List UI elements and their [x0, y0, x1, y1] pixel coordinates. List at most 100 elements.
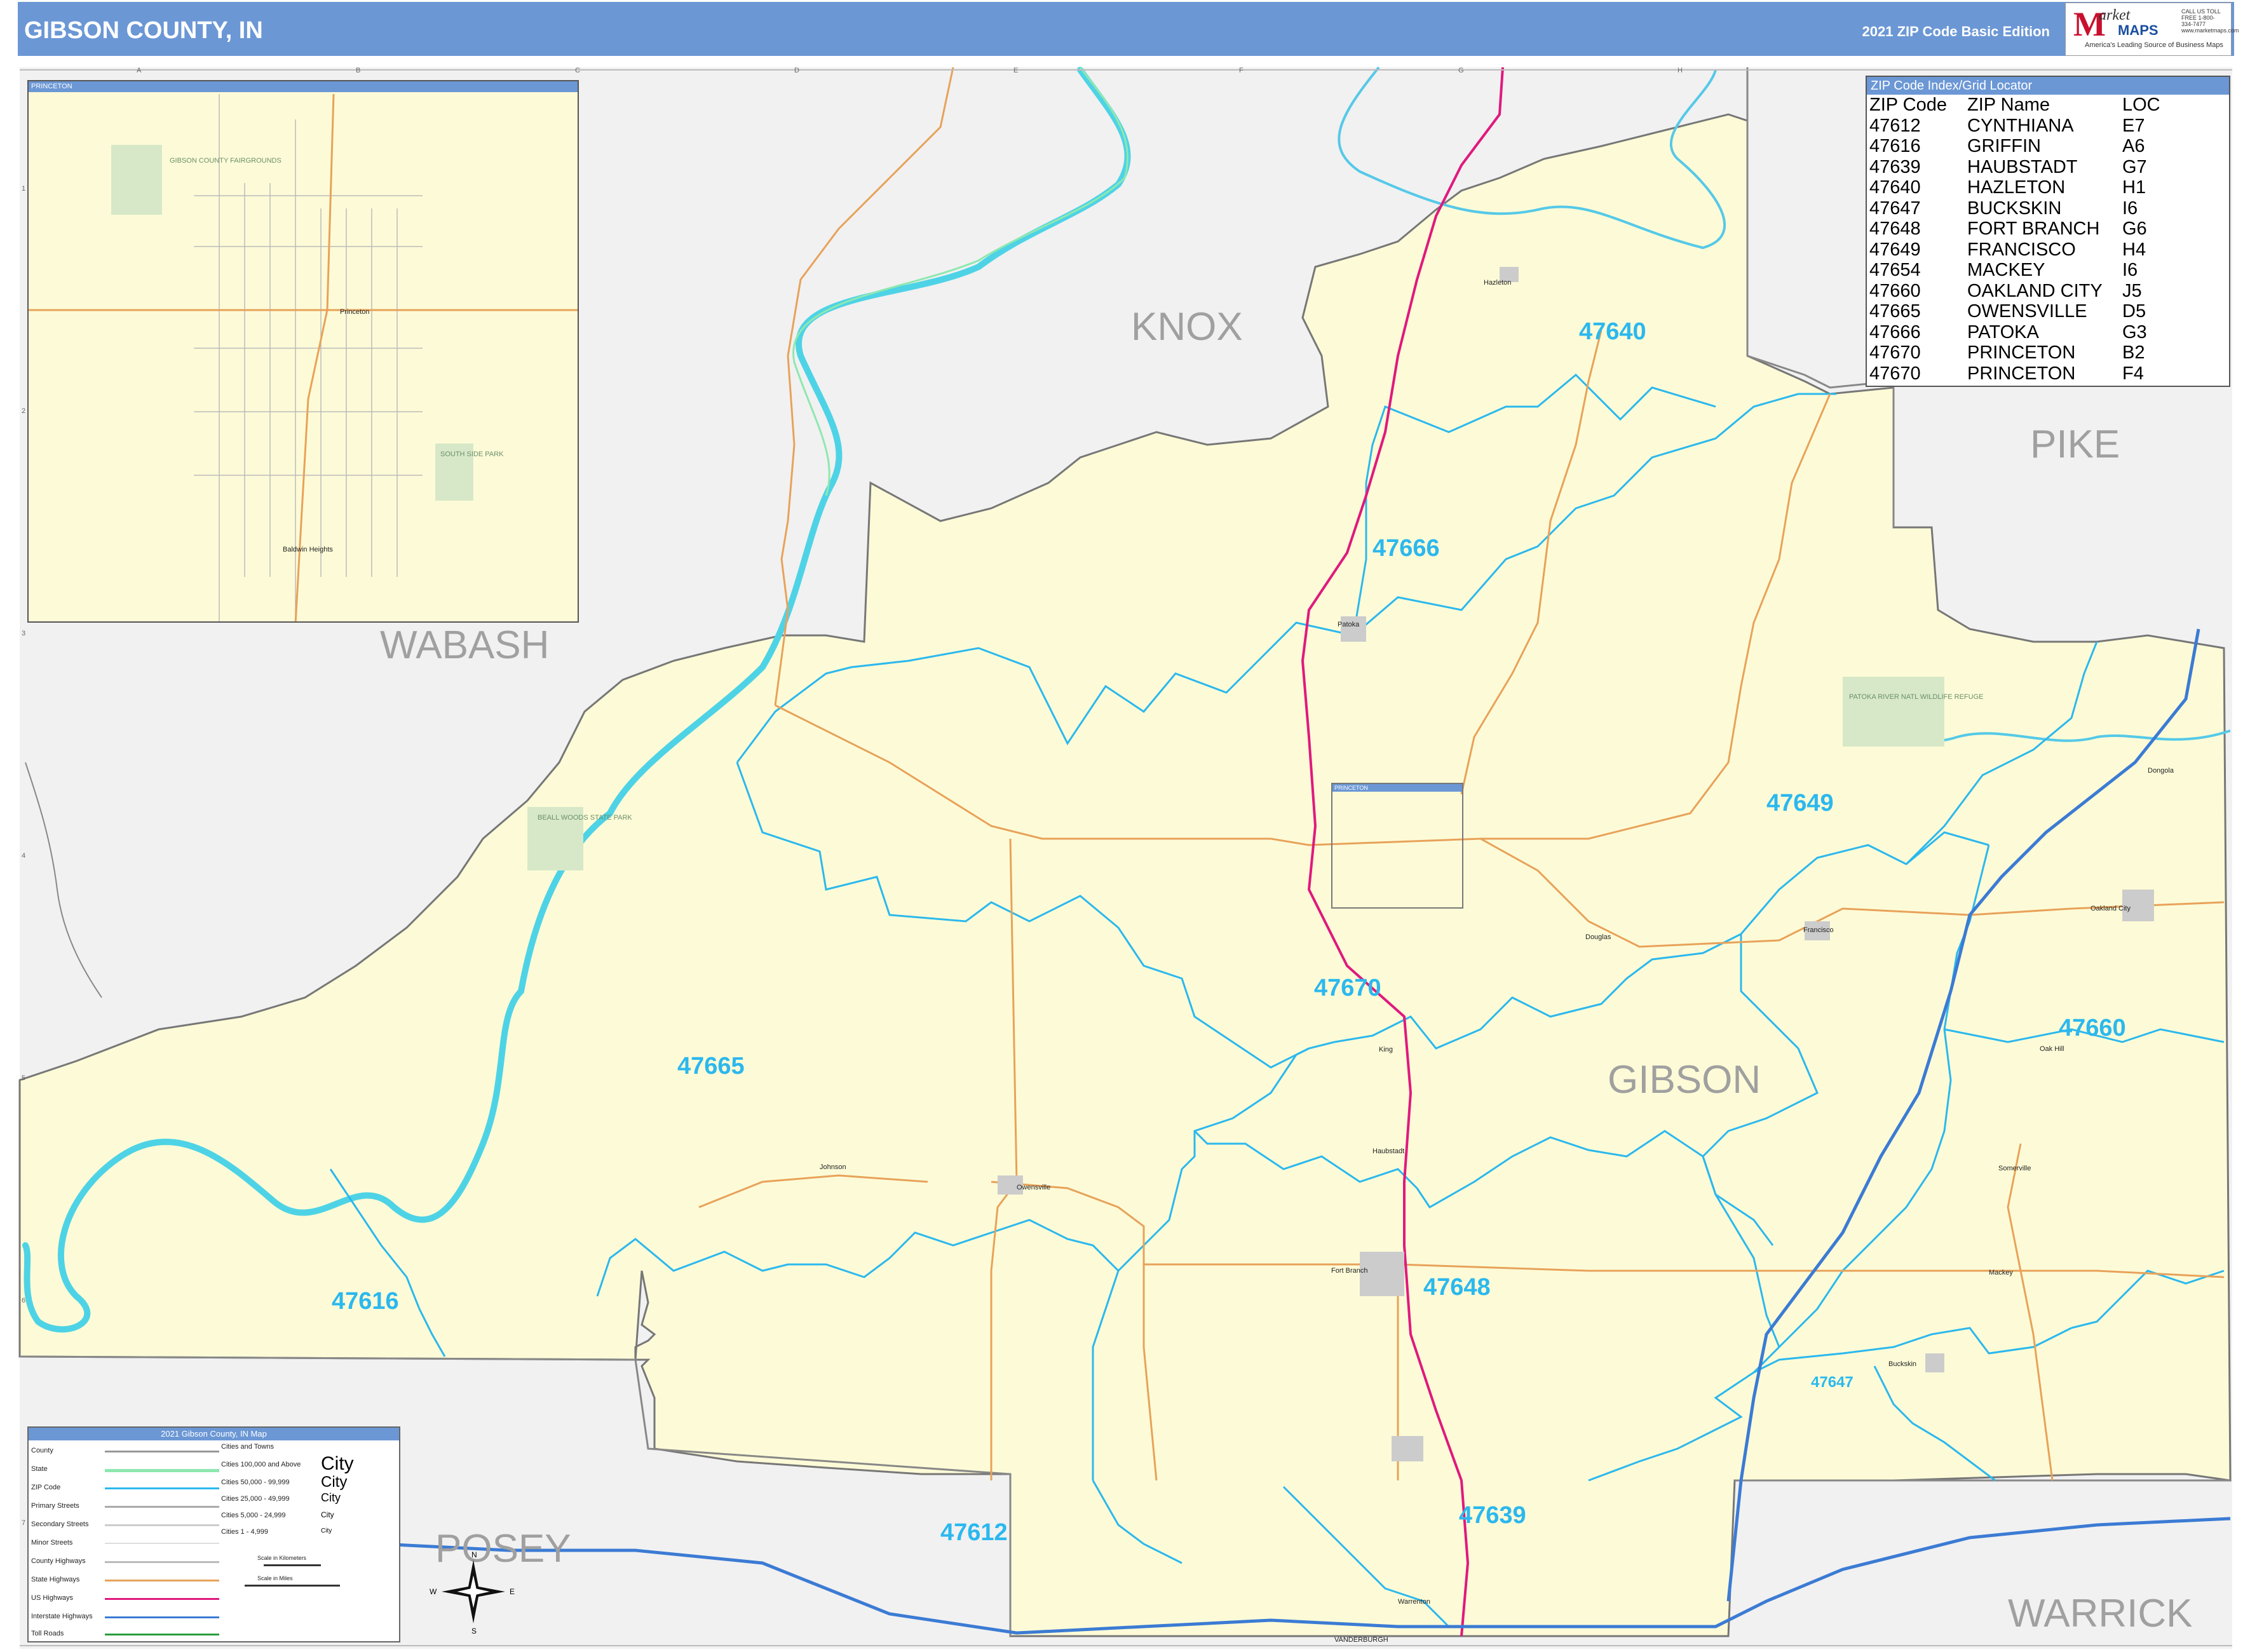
zip-label-47648: 47648 — [1423, 1274, 1491, 1301]
table-row: 47670 PRINCETON B2 — [1869, 342, 2160, 363]
legend-city-sample: City — [321, 1491, 341, 1504]
legend-item-state-hwy: State Highways — [31, 1576, 80, 1583]
grid-col-c: C — [575, 67, 580, 74]
legend-city-sample: City — [321, 1473, 348, 1491]
zip-index-col-zip: ZIP Code — [1869, 95, 1947, 115]
grid-col-f: F — [1239, 67, 1244, 74]
legend-swatch-us-hwy — [105, 1598, 219, 1600]
zip-index-title: ZIP Code Index/Grid Locator — [1867, 77, 2229, 95]
legend-swatch-state-hwy — [105, 1580, 219, 1581]
zip-index-loc: I6 — [2122, 198, 2138, 219]
zip-label-47647: 47647 — [1811, 1374, 1854, 1391]
legend-item-toll: Toll Roads — [31, 1630, 64, 1637]
county-label-vanderburgh: VANDERBURGH — [1334, 1636, 1388, 1644]
zip-index-zip: 47640 — [1869, 177, 1921, 198]
compass-n: N — [471, 1550, 477, 1559]
legend-swatch-county-hwy — [105, 1561, 219, 1563]
legend-swatch-secondary — [105, 1524, 219, 1526]
grid-row-7: 7 — [22, 1519, 25, 1527]
zip-index-loc: A6 — [2122, 136, 2145, 156]
legend-item-interstate: Interstate Highways — [31, 1613, 93, 1620]
legend-item-primary: Primary Streets — [31, 1502, 79, 1510]
zip-index-loc: E7 — [2122, 115, 2145, 136]
princeton-inset-locator[interactable]: PRINCETON — [1331, 783, 1463, 909]
zip-label-47666: 47666 — [1372, 535, 1440, 562]
zip-index-name: CYNTHIANA — [1967, 115, 2074, 136]
zip-label-47665: 47665 — [677, 1053, 745, 1080]
county-label-pike: PIKE — [2030, 423, 2120, 466]
grid-col-e: E — [1013, 67, 1018, 74]
legend-city-sample: City — [321, 1510, 334, 1519]
zip-index-name: BUCKSKIN — [1967, 198, 2062, 219]
county-label-gibson: GIBSON — [1608, 1058, 1761, 1102]
table-row: 47660 OAKLAND CITY J5 — [1869, 281, 2160, 302]
grid-col-g: G — [1458, 67, 1464, 74]
town-label-mackey: Mackey — [1989, 1269, 2013, 1276]
zip-index-name: PRINCETON — [1967, 363, 2076, 384]
zip-index-zip: 47666 — [1869, 322, 1921, 342]
zip-index-name: HAZLETON — [1967, 177, 2066, 198]
zip-index-col-loc: LOC — [2122, 95, 2160, 115]
zip-index-loc: G3 — [2122, 322, 2147, 342]
town-label-oakland-city: Oakland City — [2091, 905, 2131, 912]
zip-index-zip: 47654 — [1869, 260, 1921, 280]
legend-city-range: Cities 100,000 and Above — [221, 1461, 301, 1468]
table-row: 47639 HAUBSTADT G7 — [1869, 157, 2160, 178]
town-label-dongola: Dongola — [2148, 767, 2174, 775]
town-label-haubstadt: Haubstadt — [1372, 1148, 1404, 1155]
park-label-beall-woods: BEALL WOODS STATE PARK — [538, 814, 632, 822]
princeton-inset[interactable]: GIBSON COUNTY FAIRGROUNDS SOUTH SIDE PAR… — [27, 80, 579, 623]
legend-city-range: Cities 50,000 - 99,999 — [221, 1479, 290, 1486]
zip-index-loc: J5 — [2122, 280, 2142, 301]
town-label-buckskin: Buckskin — [1888, 1360, 1916, 1368]
princeton-locator-title: PRINCETON — [1332, 784, 1462, 792]
table-row: 47616 GRIFFIN A6 — [1869, 136, 2160, 157]
zip-index-name: OAKLAND CITY — [1967, 280, 2103, 301]
legend-scale-km-bar — [264, 1564, 321, 1566]
zip-index-zip: 47660 — [1869, 280, 1921, 301]
county-label-knox: KNOX — [1131, 305, 1243, 349]
zip-index-name: HAUBSTADT — [1967, 156, 2078, 177]
zip-label-47612: 47612 — [940, 1519, 1008, 1546]
zip-index-zip: 47665 — [1869, 301, 1921, 322]
town-label-baldwin-heights: Baldwin Heights — [283, 546, 333, 553]
grid-col-h: H — [1677, 67, 1683, 74]
town-label-francisco: Francisco — [1803, 926, 1834, 934]
park-label-south-side-park: SOUTH SIDE PARK — [440, 450, 504, 458]
zip-index-name: MACKEY — [1967, 260, 2045, 280]
princeton-inset-title: PRINCETON — [29, 81, 578, 92]
zip-index-loc: F4 — [2122, 363, 2144, 384]
zip-label-47649: 47649 — [1766, 790, 1834, 816]
legend-swatch-minor — [105, 1543, 219, 1544]
zip-index-zip: 47670 — [1869, 363, 1921, 384]
grid-col-a: A — [137, 67, 142, 74]
legend-item-minor: Minor Streets — [31, 1539, 73, 1547]
compass-s: S — [471, 1627, 477, 1635]
legend-city-range: Cities 5,000 - 24,999 — [221, 1512, 286, 1519]
zip-index-loc: G7 — [2122, 156, 2147, 177]
zip-index-table: ZIP Code ZIP Name LOC 47612 CYNTHIANA E7 4… — [1869, 95, 2160, 384]
grid-row-4: 4 — [22, 852, 25, 860]
zip-index-loc: H1 — [2122, 177, 2146, 198]
zip-index-zip: 47670 — [1869, 342, 1921, 363]
compass-w: W — [430, 1587, 437, 1596]
zip-index-loc: B2 — [2122, 342, 2145, 363]
zip-label-47639: 47639 — [1459, 1502, 1526, 1529]
legend-city-range: Cities 25,000 - 49,999 — [221, 1495, 290, 1503]
legend-item-us-hwy: US Highways — [31, 1594, 74, 1602]
table-row: 47640 HAZLETON H1 — [1869, 177, 2160, 198]
legend-item-county-hwy: County Highways — [31, 1557, 86, 1565]
legend-cities-header: Cities and Towns — [221, 1443, 274, 1451]
grid-row-5: 5 — [22, 1074, 25, 1082]
zip-label-47616: 47616 — [332, 1288, 399, 1315]
zip-index-zip: 47648 — [1869, 219, 1921, 239]
zip-index-name: GRIFFIN — [1967, 136, 2041, 156]
town-label-patoka: Patoka — [1338, 621, 1360, 628]
inset-town-princeton: Princeton — [340, 308, 369, 316]
zip-index-zip: 47639 — [1869, 156, 1921, 177]
zip-index-zip: 47649 — [1869, 239, 1921, 260]
zip-index-header-row: ZIP Code ZIP Name LOC — [1869, 95, 2160, 116]
legend-scale-km: Scale in Kilometers — [257, 1555, 307, 1561]
zip-index-loc: H4 — [2122, 239, 2146, 260]
legend-item-secondary: Secondary Streets — [31, 1520, 89, 1528]
